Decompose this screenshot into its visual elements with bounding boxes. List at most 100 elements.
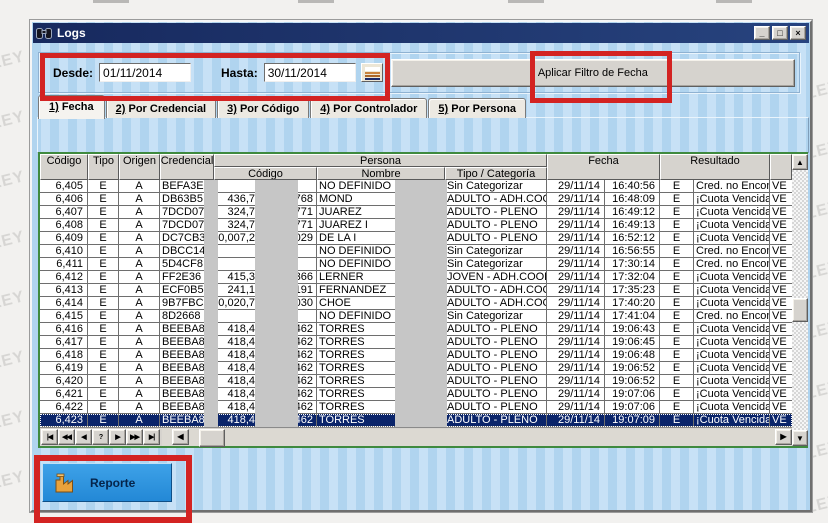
cell-hora: 17:41:04 — [605, 310, 660, 322]
cell-extra: VE — [770, 336, 792, 348]
cropped-text-fragment — [298, 0, 334, 3]
cell-extra: VE — [770, 401, 792, 413]
cell-extra: VE — [770, 284, 792, 296]
cell-resultado-flag: E — [660, 323, 694, 335]
cell-resultado-flag: E — [660, 297, 694, 309]
header-credencial[interactable]: Credencial — [160, 154, 214, 180]
title-bar[interactable]: Logs _ □ × — [33, 23, 809, 43]
header-fecha[interactable]: Fecha — [547, 154, 660, 180]
cell-codigo: 6,410 — [40, 245, 88, 257]
cell-resultado-texto: ¡Cuota Vencida! — [694, 193, 770, 205]
cell-tipo: E — [88, 310, 119, 322]
grid-body: 6,405 E A BEFA3E NO DEFINIDO Sin Categor… — [40, 180, 792, 427]
cell-codigo: 6,414 — [40, 297, 88, 309]
tab-bar: 1) Fecha2) Por Credencial3) Por Código4)… — [38, 96, 527, 118]
horizontal-scrollbar[interactable]: ◀ ▶ — [162, 429, 792, 446]
cell-tipo-categoria: ADULTO - PLENO — [445, 375, 547, 387]
cell-fecha: 29/11/14 — [547, 375, 605, 387]
cropped-text-fragment — [93, 0, 129, 3]
navigator-button-3[interactable]: ◀ — [75, 429, 92, 445]
cell-tipo-categoria: Sin Categorizar — [445, 245, 547, 257]
cell-extra: VE — [770, 232, 792, 244]
navigator-button-2[interactable]: ◀◀ — [58, 429, 75, 445]
cell-tipo: E — [88, 258, 119, 270]
background-watermark: LEY — [0, 288, 27, 314]
tab-5[interactable]: 5) Por Persona — [428, 98, 526, 118]
cell-hora: 19:06:48 — [605, 349, 660, 361]
cell-resultado-flag: E — [660, 193, 694, 205]
header-codigo[interactable]: Código — [40, 154, 88, 180]
header-persona[interactable]: Persona — [214, 154, 547, 167]
cell-tipo: E — [88, 414, 119, 426]
cell-tipo: E — [88, 245, 119, 257]
cell-tipo: E — [88, 336, 119, 348]
cell-tipo: E — [88, 401, 119, 413]
navigator-button-6[interactable]: ▶▶ — [126, 429, 143, 445]
cell-resultado-flag: E — [660, 271, 694, 283]
scroll-down-icon[interactable]: ▼ — [792, 430, 808, 446]
cell-fecha: 29/11/14 — [547, 388, 605, 400]
tab-3[interactable]: 3) Por Código — [217, 98, 309, 118]
navigator-button-7[interactable]: ▶| — [143, 429, 160, 445]
cell-extra: VE — [770, 297, 792, 309]
background-watermark: LEY — [0, 48, 27, 74]
header-persona-tipo-categoria[interactable]: Tipo / Categoría — [445, 167, 547, 180]
scroll-left-icon[interactable]: ◀ — [172, 429, 189, 445]
background-watermark: LEY — [0, 168, 27, 194]
header-persona-nombre[interactable]: Nombre — [317, 167, 445, 180]
cell-tipo: E — [88, 388, 119, 400]
header-origen[interactable]: Origen — [119, 154, 160, 180]
cell-tipo: E — [88, 206, 119, 218]
redaction-band — [395, 180, 447, 427]
hasta-input[interactable] — [264, 63, 356, 82]
vertical-scrollbar-thumb[interactable] — [792, 298, 808, 322]
hasta-label: Hasta: — [221, 66, 258, 80]
navigator-button-4[interactable]: ? — [92, 429, 109, 445]
header-resultado[interactable]: Resultado — [660, 154, 770, 180]
header-persona-codigo[interactable]: Código — [214, 167, 317, 180]
reporte-button[interactable]: Reporte — [42, 463, 172, 502]
logs-window: Logs _ □ × Desde: Hasta: Aplicar Filtro … — [30, 20, 812, 512]
cell-resultado-flag: E — [660, 180, 694, 192]
minimize-button[interactable]: _ — [754, 26, 770, 40]
cell-tipo-categoria: Sin Categorizar — [445, 310, 547, 322]
desde-input[interactable] — [99, 63, 191, 82]
background-watermark: LEY — [0, 348, 27, 374]
background-watermark: LEY — [0, 468, 27, 494]
cell-resultado-flag: E — [660, 362, 694, 374]
cell-resultado-texto: ¡Cuota Vencida! — [694, 401, 770, 413]
horizontal-scrollbar-thumb[interactable] — [199, 429, 225, 447]
cell-origen: A — [119, 362, 160, 374]
tab-1[interactable]: 1) Fecha — [38, 95, 105, 119]
maximize-button[interactable]: □ — [772, 26, 788, 40]
tab-2[interactable]: 2) Por Credencial — [106, 98, 216, 118]
header-tipo[interactable]: Tipo — [88, 154, 119, 180]
cell-resultado-texto: Cred. no Encont — [694, 245, 770, 257]
calendar-icon[interactable] — [361, 63, 383, 82]
cell-codigo: 6,413 — [40, 284, 88, 296]
close-button[interactable]: × — [790, 26, 806, 40]
cell-codigo: 6,419 — [40, 362, 88, 374]
cell-tipo-categoria: JOVEN - ADH.COOP — [445, 271, 547, 283]
vertical-scrollbar[interactable]: ▲ ▼ — [792, 154, 808, 446]
cell-hora: 16:40:56 — [605, 180, 660, 192]
grid-navigator: |◀◀◀◀?▶▶▶▶| ◀ ▶ — [40, 427, 792, 446]
background-watermark: LEY — [0, 228, 27, 254]
navigator-button-5[interactable]: ▶ — [109, 429, 126, 445]
date-filter-panel: Desde: Hasta: Aplicar Filtro de Fecha — [38, 52, 800, 93]
cell-codigo: 6,415 — [40, 310, 88, 322]
tab-4[interactable]: 4) Por Controlador — [310, 98, 427, 118]
scroll-up-icon[interactable]: ▲ — [792, 154, 808, 170]
cell-resultado-texto: Cred. no Encont — [694, 180, 770, 192]
cell-resultado-flag: E — [660, 388, 694, 400]
navigator-buttons: |◀◀◀◀?▶▶▶▶| — [41, 429, 160, 445]
cell-extra: VE — [770, 375, 792, 387]
scroll-right-icon[interactable]: ▶ — [775, 429, 792, 445]
cell-resultado-texto: ¡Cuota Vencida! — [694, 375, 770, 387]
navigator-button-1[interactable]: |◀ — [41, 429, 58, 445]
cell-hora: 17:32:04 — [605, 271, 660, 283]
vertical-scrollbar-track[interactable] — [792, 170, 808, 430]
cell-tipo-categoria: ADULTO - PLENO — [445, 414, 547, 426]
cell-origen: A — [119, 284, 160, 296]
apply-date-filter-button[interactable]: Aplicar Filtro de Fecha — [391, 59, 795, 87]
